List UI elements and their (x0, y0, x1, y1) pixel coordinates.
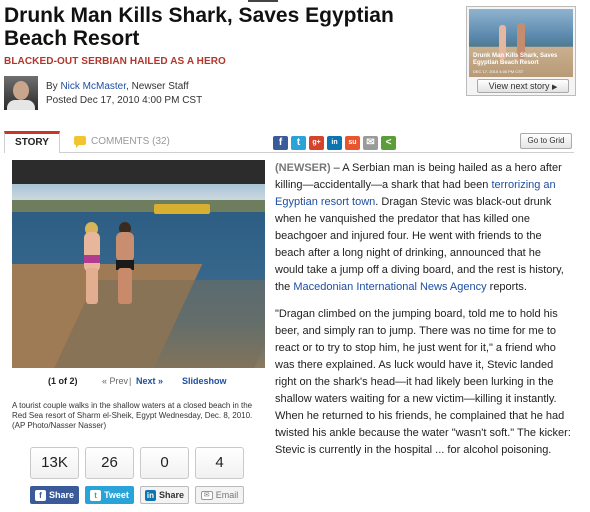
email-count: 4 (195, 447, 244, 479)
google-plus-icon[interactable]: g+ (309, 136, 324, 150)
article-text: . Dragan Stevic was black-out drunk when… (275, 196, 564, 293)
article-paragraph-1: (NEWSER) – A Serbian man is being hailed… (275, 160, 571, 296)
share-icon[interactable]: < (381, 136, 396, 150)
comment-bubble-icon (74, 136, 86, 148)
tab-comments[interactable]: COMMENTS (32) (72, 131, 170, 153)
twitter-icon: t (90, 489, 102, 501)
tweet-button[interactable]: t Tweet (85, 486, 134, 504)
next-story-thumb-date: DEC 17, 2010 4:00 PM CST (473, 69, 524, 74)
facebook-icon: f (34, 489, 46, 501)
source-link[interactable]: Macedonian International News Agency (293, 281, 486, 293)
author-link[interactable]: Nick McMaster (60, 81, 126, 92)
photo-caption: A tourist couple walks in the shallow wa… (12, 401, 253, 430)
facebook-count: 13K (30, 447, 79, 479)
facebook-icon[interactable]: f (273, 136, 288, 150)
photo-next-link[interactable]: Next » (136, 376, 163, 386)
next-story-box[interactable]: Drunk Man Kills Shark, Saves Egyptian Be… (466, 6, 576, 96)
social-counts: 13K 26 0 4 (30, 447, 244, 479)
article-body: (NEWSER) – A Serbian man is being hailed… (275, 160, 571, 469)
linkedin-icon: in (144, 489, 156, 501)
photo-counter: (1 of 2) (48, 376, 78, 386)
email-icon[interactable]: ✉ (363, 136, 378, 150)
email-icon: ✉ (200, 490, 213, 500)
go-to-grid-button[interactable]: Go to Grid (520, 133, 572, 149)
linkedin-icon[interactable]: in (327, 136, 342, 150)
byline-prefix: By (46, 81, 58, 92)
top-edge-mark (248, 0, 278, 2)
story-photo[interactable] (12, 160, 265, 368)
email-label: Email (215, 490, 239, 500)
facebook-share-label: Share (48, 490, 74, 500)
tab-story[interactable]: STORY (4, 131, 60, 153)
author-role: , Newser Staff (126, 81, 189, 92)
facebook-share-button[interactable]: f Share (30, 486, 79, 504)
subheadline: BLACKED-OUT SERBIAN HAILED AS A HERO (4, 56, 226, 67)
next-story-thumbnail[interactable]: Drunk Man Kills Shark, Saves Egyptian Be… (469, 9, 573, 77)
email-button[interactable]: ✉ Email (195, 486, 244, 504)
triangle-right-icon: ▶ (552, 84, 558, 91)
slideshow-link[interactable]: Slideshow (182, 376, 227, 386)
page-title: Drunk Man Kills Shark, Saves Egyptian Be… (4, 4, 394, 50)
view-next-story-button[interactable]: View next story ▶ (477, 79, 569, 93)
social-buttons: f Share t Tweet in Share ✉ Email (30, 486, 244, 504)
article-paragraph-2: "Dragan climbed on the jumping board, to… (275, 308, 571, 456)
tab-comments-label: COMMENTS (32) (91, 136, 170, 147)
twitter-icon[interactable]: t (291, 136, 306, 150)
photo-prev-link[interactable]: « Prev (102, 376, 128, 386)
article-text: reports. (486, 281, 527, 293)
next-story-thumb-title: Drunk Man Kills Shark, Saves Egyptian Be… (473, 53, 558, 66)
photo-nav-separator: | (129, 376, 132, 386)
posted-date: Posted Dec 17, 2010 4:00 PM CST (46, 95, 203, 106)
byline: By Nick McMaster, Newser Staff Posted De… (46, 80, 202, 108)
avatar (4, 76, 38, 110)
stumbleupon-icon[interactable]: su (345, 136, 360, 150)
twitter-count: 26 (85, 447, 134, 479)
tweet-label: Tweet (104, 490, 129, 500)
view-next-story-label: View next story (488, 81, 550, 91)
newser-dateline: (NEWSER) (275, 162, 331, 174)
linkedin-share-label: Share (158, 490, 184, 500)
share-icon-bar: f t g+ in su ✉ < (273, 136, 396, 150)
linkedin-count: 0 (140, 447, 189, 479)
linkedin-share-button[interactable]: in Share (140, 486, 189, 504)
